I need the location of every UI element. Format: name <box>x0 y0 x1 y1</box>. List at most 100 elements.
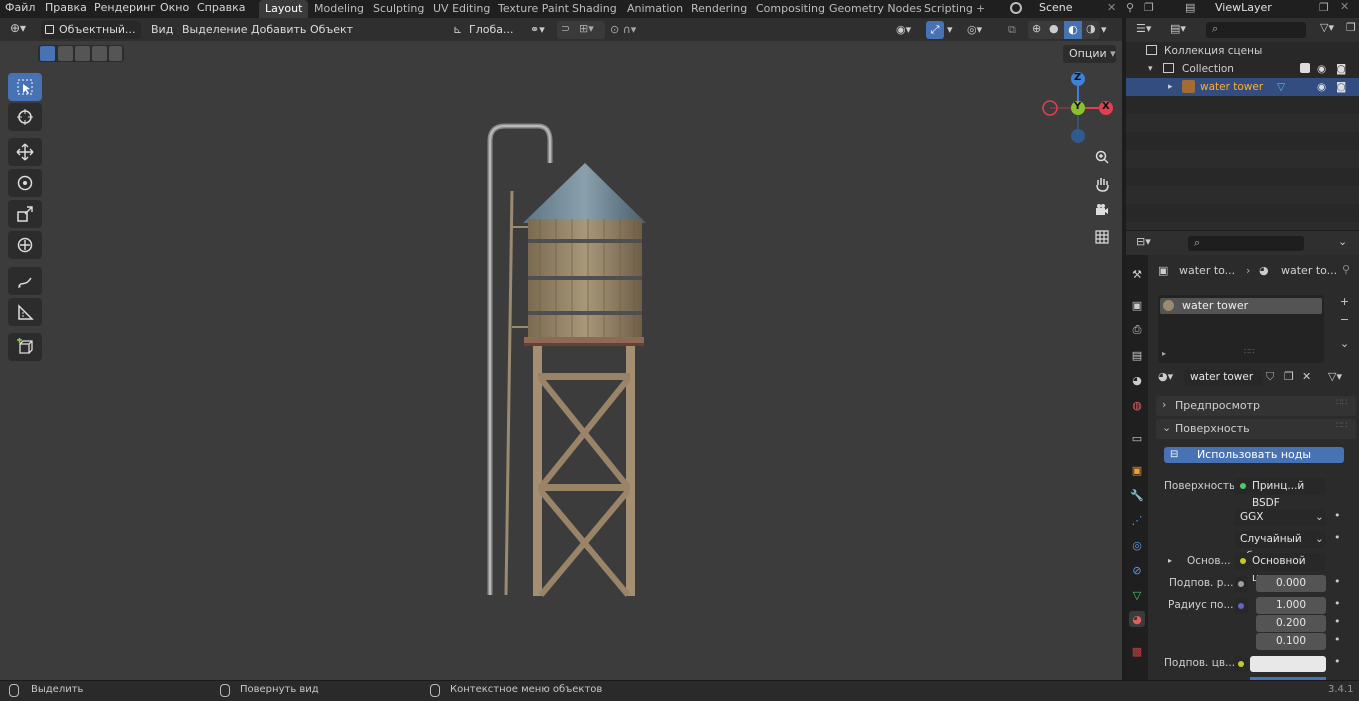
add-workspace-button[interactable]: + <box>970 0 991 18</box>
solid-shading-icon[interactable]: ● <box>1049 22 1059 35</box>
expand-collection-icon[interactable]: ▾ <box>1148 60 1153 78</box>
new-scene-icon[interactable]: ❐ <box>1144 1 1154 14</box>
animate-dot[interactable]: • <box>1334 575 1341 588</box>
water-tower-model[interactable] <box>478 121 653 597</box>
expand-base-icon[interactable]: ▸ <box>1168 556 1172 565</box>
modifier-tab-icon[interactable]: 🔧 <box>1129 487 1145 503</box>
tab-uv-editing[interactable]: UV Editing <box>427 0 496 18</box>
particles-tab-icon[interactable]: ⋰ <box>1129 512 1145 528</box>
drag-handle-icon[interactable]: ∷∷ <box>1336 398 1347 408</box>
menu-help[interactable]: Справка <box>197 0 245 18</box>
scene-selector[interactable]: Scene ✕ <box>1006 0 1118 18</box>
mesh-data-icon[interactable]: ▽ <box>1277 78 1285 96</box>
slot-specials-icon[interactable]: ⌄ <box>1340 337 1349 350</box>
gizmo-toggle-icon[interactable]: ⤢ <box>926 21 944 39</box>
radius-socket-button[interactable] <box>1234 598 1248 614</box>
tab-sculpting[interactable]: Sculpting <box>367 0 430 18</box>
subsurface-color-swatch[interactable] <box>1250 656 1326 672</box>
snap-toggle[interactable]: ⊃ ⊞▾ <box>557 21 605 39</box>
physics-tab-icon[interactable]: ◎ <box>1129 537 1145 553</box>
animate-dot[interactable]: • <box>1334 531 1341 544</box>
animate-dot[interactable]: • <box>1334 615 1341 628</box>
gizmo-dropdown-icon[interactable]: ▾ <box>947 21 953 39</box>
preview-panel-header[interactable]: › Предпросмотр ∷∷ <box>1156 396 1356 416</box>
base-color-link-field[interactable]: Основной цвет <box>1234 553 1326 584</box>
material-name-field[interactable]: water tower <box>1184 369 1263 386</box>
new-layer-icon[interactable]: ❐ <box>1319 1 1329 14</box>
distribution-dropdown[interactable]: GGX ⌄ <box>1234 509 1326 526</box>
select-box-tool[interactable] <box>8 73 42 101</box>
properties-editor-icon[interactable]: ⊟▾ <box>1136 235 1151 248</box>
animate-dot[interactable]: • <box>1334 509 1341 522</box>
wireframe-shading-icon[interactable]: ⊕ <box>1032 22 1041 35</box>
eye-icon[interactable]: ◉ <box>1317 78 1326 96</box>
add-menu[interactable]: Добавить <box>251 21 306 39</box>
render-camera-icon[interactable]: ◙ <box>1336 60 1346 78</box>
pivot-icon[interactable]: ⚭▾ <box>530 21 545 39</box>
properties-options-icon[interactable]: ⌄ <box>1338 235 1347 248</box>
select-subtract-icon[interactable] <box>75 46 90 61</box>
material-slot[interactable]: water tower <box>1160 298 1322 314</box>
add-cube-tool[interactable] <box>8 333 42 361</box>
exclude-checkbox[interactable] <box>1300 63 1310 73</box>
link-mode-icon[interactable]: ▽▾ <box>1328 370 1342 383</box>
animate-dot[interactable]: • <box>1334 633 1341 646</box>
tab-layout[interactable]: Layout <box>259 0 309 18</box>
world-tab-icon[interactable]: ◍ <box>1129 397 1145 413</box>
render-tab-icon[interactable]: ▣ <box>1129 297 1145 313</box>
eye-icon[interactable]: ◉ <box>1317 60 1326 78</box>
view-layer-tab-icon[interactable]: ▤ <box>1129 347 1145 363</box>
zoom-icon[interactable] <box>1091 146 1113 168</box>
material-tab-icon[interactable]: ◕ <box>1129 611 1145 627</box>
shading-dropdown-icon[interactable]: ▾ <box>1101 21 1107 39</box>
fake-user-icon[interactable]: ⛉ <box>1266 370 1274 384</box>
rotate-tool[interactable] <box>8 169 42 197</box>
overlay-icon[interactable]: ◎▾ <box>967 21 982 39</box>
move-tool[interactable] <box>8 138 42 166</box>
texture-tab-icon[interactable]: ▩ <box>1129 643 1145 659</box>
animate-dot[interactable]: • <box>1334 597 1341 610</box>
object-menu[interactable]: Объект <box>310 21 353 39</box>
tab-texture-paint[interactable]: Texture Paint <box>492 0 575 18</box>
surface-shader-field[interactable]: Принц...й BSDF <box>1234 478 1326 509</box>
pin-icon[interactable]: ⚲ <box>1126 1 1134 14</box>
scene-collection-row[interactable]: Коллекция сцены <box>1126 42 1359 60</box>
remove-slot-button[interactable]: − <box>1337 313 1352 328</box>
use-nodes-button[interactable]: ⊟ Использовать ноды <box>1164 447 1344 463</box>
tab-geometry-nodes[interactable]: Geometry Nodes <box>823 0 928 18</box>
subsurface-method-dropdown[interactable]: Случайный об... ⌄ <box>1234 531 1326 562</box>
expand-object-icon[interactable]: ▸ <box>1168 78 1173 96</box>
measure-tool[interactable] <box>8 298 42 326</box>
rendered-shading-icon[interactable]: ◑ <box>1086 22 1096 35</box>
select-menu[interactable]: Выделение <box>182 21 248 39</box>
tab-shading[interactable]: Shading <box>566 0 623 18</box>
pan-hand-icon[interactable] <box>1091 173 1113 195</box>
transform-tool[interactable] <box>8 231 42 259</box>
menu-edit[interactable]: Правка <box>45 0 87 18</box>
expand-icon[interactable]: ▸ <box>1162 349 1166 358</box>
collection-row[interactable]: ▾ Collection ◉ ◙ <box>1126 60 1359 78</box>
material-preview-icon[interactable]: ◐ <box>1064 21 1082 39</box>
xray-icon[interactable]: ⧉ <box>1008 21 1016 39</box>
close-icon[interactable]: ✕ <box>1107 0 1116 15</box>
unlink-icon[interactable]: ✕ <box>1302 370 1311 383</box>
3d-viewport[interactable]: Опции ▾ Z Y X <box>0 41 1122 680</box>
surface-panel-header[interactable]: ⌄ Поверхность ∷∷ <box>1156 419 1356 439</box>
pin-icon[interactable]: ⚲ <box>1342 263 1350 276</box>
select-invert-icon[interactable] <box>92 46 107 61</box>
add-slot-button[interactable]: + <box>1337 295 1352 310</box>
data-tab-icon[interactable]: ▽ <box>1129 587 1145 603</box>
orientation-dropdown[interactable]: ⊾ Глоба... <box>451 21 523 39</box>
options-dropdown[interactable]: Опции ▾ <box>1063 45 1116 63</box>
duplicate-material-icon[interactable]: ❐ <box>1284 370 1294 383</box>
select-extend-icon[interactable] <box>58 46 73 61</box>
scene-tab-icon[interactable]: ◕ <box>1129 372 1145 388</box>
render-camera-icon[interactable]: ◙ <box>1336 78 1346 96</box>
menu-render[interactable]: Рендеринг <box>94 0 156 18</box>
proportional-editing-icon[interactable]: ⊙ ∩▾ <box>610 21 636 39</box>
grid-perspective-icon[interactable] <box>1091 226 1113 248</box>
new-collection-icon[interactable]: ❐ <box>1346 21 1356 34</box>
menu-window[interactable]: Окно <box>160 0 189 18</box>
tab-animation[interactable]: Animation <box>621 0 689 18</box>
mode-dropdown[interactable]: Объектный... <box>41 21 141 39</box>
